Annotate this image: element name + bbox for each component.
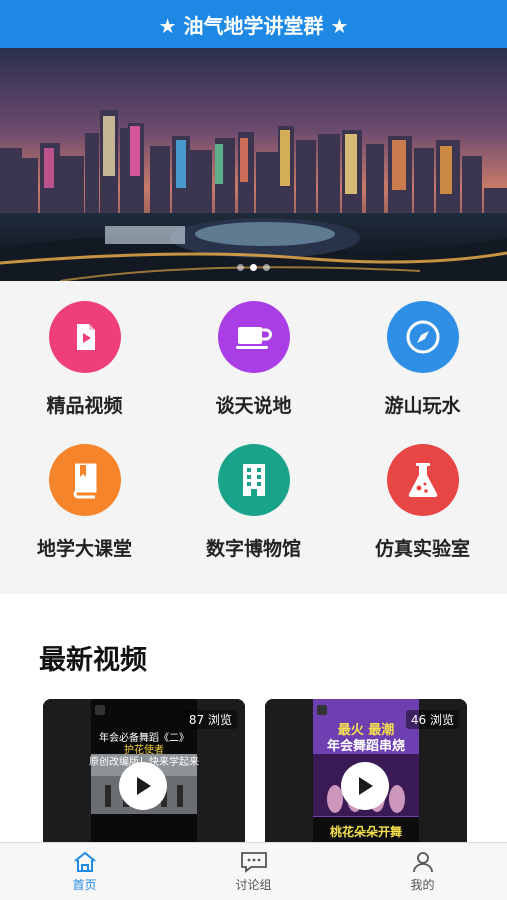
play-icon — [137, 777, 151, 795]
bottom-tab-bar: 首页 讨论组 我的 — [0, 842, 507, 900]
feature-circle — [386, 301, 459, 373]
feature-simulation-lab[interactable]: 仿真实验室 — [338, 444, 507, 587]
carousel-dot[interactable] — [263, 264, 270, 271]
feature-travel[interactable]: 游山玩水 — [338, 301, 507, 444]
video-card[interactable]: 46 浏览 最火 最潮 年会舞蹈串烧 桃花朵朵开舞 — [265, 699, 467, 859]
feature-premium-video[interactable]: 精品视频 — [0, 301, 169, 444]
city-night-photo — [0, 48, 507, 281]
feature-circle — [217, 444, 290, 516]
feature-geo-classroom[interactable]: 地学大课堂 — [0, 444, 169, 587]
view-count-badge: 87 浏览 — [183, 710, 237, 729]
tab-label: 我的 — [410, 878, 435, 892]
carousel-indicator[interactable] — [0, 264, 507, 271]
book-icon — [73, 463, 96, 499]
feature-circle — [386, 444, 459, 516]
play-button[interactable] — [341, 762, 389, 810]
home-icon — [73, 851, 96, 872]
play-button[interactable] — [119, 762, 167, 810]
user-icon — [412, 852, 433, 873]
video-card[interactable]: 87 浏览 年会必备舞蹈《二》 护花使者 原创改编版！快来学起来 — [43, 699, 245, 859]
feature-circle — [48, 444, 121, 516]
flask-icon — [408, 463, 437, 498]
building-icon — [242, 464, 265, 496]
feature-label: 谈天说地 — [215, 395, 292, 417]
tab-label: 首页 — [72, 878, 97, 892]
feature-label: 地学大课堂 — [36, 538, 132, 560]
app-title-bar: ★ 油气地学讲堂群 ★ — [0, 0, 507, 48]
feature-label: 数字博物馆 — [205, 538, 301, 560]
tab-discussion[interactable]: 讨论组 — [169, 843, 338, 900]
compass-icon — [406, 320, 439, 354]
tab-home[interactable]: 首页 — [0, 843, 169, 900]
feature-digital-museum[interactable]: 数字博物馆 — [169, 444, 338, 587]
feature-label: 仿真实验室 — [374, 538, 470, 560]
section-title-latest-videos: 最新视频 — [39, 645, 147, 676]
play-icon — [359, 777, 373, 795]
feature-label: 精品视频 — [46, 395, 123, 417]
feature-circle — [48, 301, 121, 373]
feature-circle — [217, 301, 290, 373]
page-title: ★ 油气地学讲堂群 ★ — [158, 13, 349, 38]
tab-label: 讨论组 — [235, 878, 272, 892]
feature-chat-about[interactable]: 谈天说地 — [169, 301, 338, 444]
video-bottom-caption: 桃花朵朵开舞 — [329, 825, 402, 839]
feature-label: 游山玩水 — [384, 395, 461, 417]
banner-carousel[interactable] — [0, 48, 507, 281]
coffee-cup-icon — [235, 327, 272, 349]
feature-grid: 精品视频 谈天说地 游山玩水 地学大课堂 数字博物馆 仿真实验室 — [0, 281, 507, 594]
chat-icon — [240, 852, 267, 873]
video-caption-line: 年会舞蹈串烧 — [326, 739, 405, 754]
tab-me[interactable]: 我的 — [338, 843, 507, 900]
carousel-dot[interactable] — [250, 264, 257, 271]
video-icon — [76, 324, 95, 350]
carousel-dot[interactable] — [237, 264, 244, 271]
